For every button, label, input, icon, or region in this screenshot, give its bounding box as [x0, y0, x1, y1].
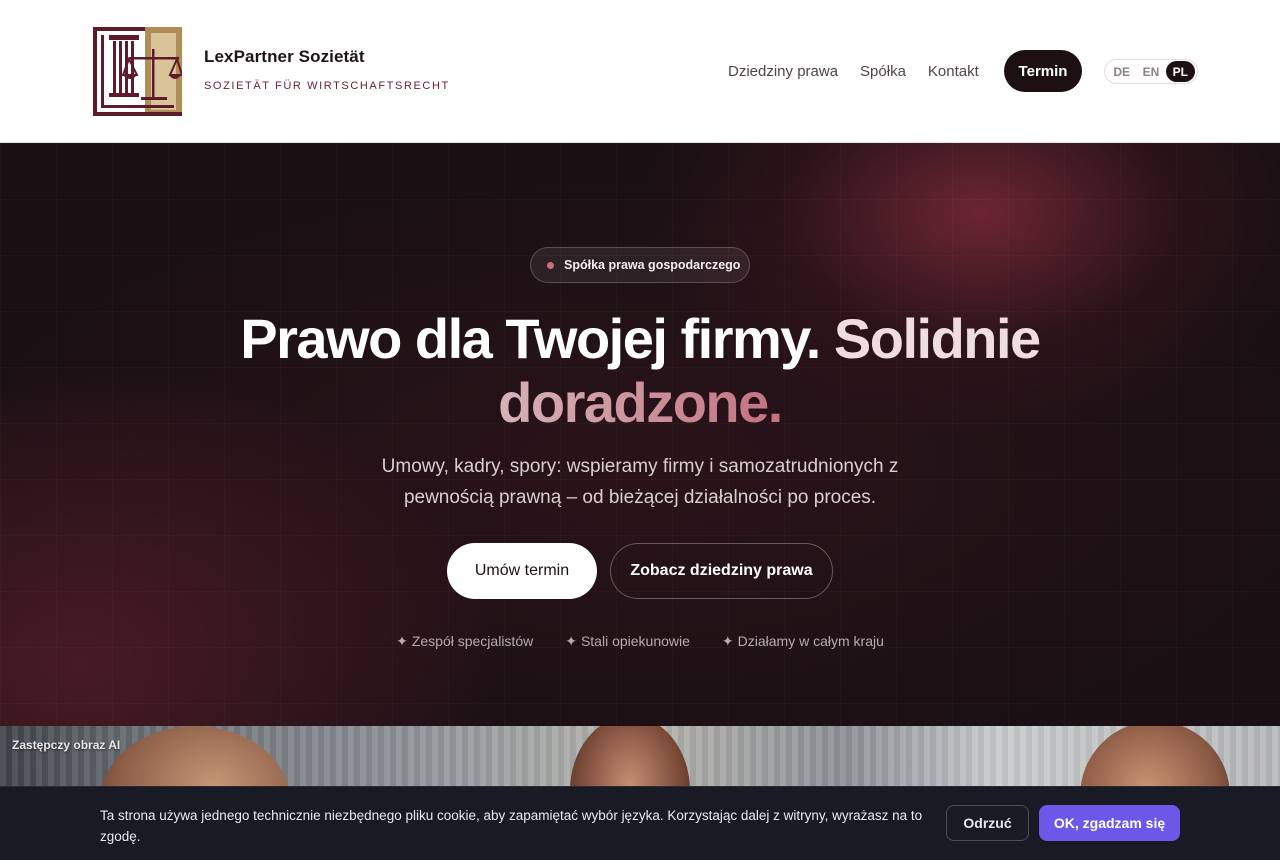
book-appointment-button[interactable]: Umów termin [447, 543, 597, 599]
sparkle-icon: ✦ [396, 633, 408, 649]
feature-label: Stali opiekunowie [580, 633, 690, 649]
appointment-button[interactable]: Termin [1004, 50, 1082, 92]
cookie-reject-button[interactable]: Odrzuć [946, 805, 1029, 841]
brand-name: LexPartner Sozietät [204, 47, 365, 66]
badge-label: Spółka prawa gospodarczego [564, 258, 741, 272]
nav-link-contact[interactable]: Kontakt [928, 63, 979, 80]
cookie-text: Ta strona używa jednego technicznie niez… [100, 808, 923, 844]
hero-title-accent-2: doradzone. [498, 371, 783, 434]
hero-badge: Spółka prawa gospodarczego [530, 247, 750, 283]
lang-option-de[interactable]: DE [1107, 61, 1136, 82]
law-firm-logo[interactable] [93, 27, 182, 116]
sparkle-icon: ✦ [721, 633, 734, 649]
main-nav: Dziedziny prawa Spółka Kontakt [728, 50, 1001, 92]
ai-placeholder-label: Zastępczy obraz AI [12, 738, 121, 752]
feature-item: ✦ Stali opiekunowie [565, 633, 690, 650]
feature-item: ✦ Działamy w całym kraju [722, 633, 884, 650]
nav-link-practice-areas[interactable]: Dziedziny prawa [728, 63, 838, 80]
brand-tagline: SOZIETÄT FÜR WIRTSCHAFTSRECHT [204, 80, 450, 92]
brand[interactable]: LexPartner Sozietät SOZIETÄT FÜR WIRTSCH… [204, 47, 450, 92]
hero-lead: Umowy, kadry, spory: wspieramy firmy i s… [381, 456, 899, 508]
nav-link-company[interactable]: Spółka [860, 63, 906, 80]
lang-option-en[interactable]: EN [1136, 61, 1165, 82]
hero-title-main: Prawo dla Twojej firmy. [240, 307, 821, 370]
language-switcher: DE EN PL [1104, 59, 1198, 84]
badge-dot-icon [547, 261, 554, 269]
sparkle-icon: ✦ [565, 633, 577, 649]
feature-item: ✦ Zespół specjalistów [396, 633, 533, 650]
feature-label: Zespół specjalistów [411, 633, 534, 649]
view-practice-areas-button[interactable]: Zobacz dziedziny prawa [610, 543, 833, 599]
hero-features: ✦ Zespół specjalistów ✦ Stali opiekunowie … [0, 633, 1280, 650]
hero-title: Prawo dla Twojej firmy. Solidnie doradzo… [0, 307, 1280, 435]
hero-title-accent-1: Solidnie [833, 307, 1041, 370]
site-header: LexPartner Sozietät SOZIETÄT FÜR WIRTSCH… [0, 0, 1280, 143]
cookie-accept-button[interactable]: OK, zgadzam się [1039, 805, 1180, 841]
feature-label: Działamy w całym kraju [737, 633, 884, 649]
lang-option-pl[interactable]: PL [1165, 61, 1195, 82]
hero-section: Spółka prawa gospodarczego Prawo dla Two… [0, 143, 1280, 726]
